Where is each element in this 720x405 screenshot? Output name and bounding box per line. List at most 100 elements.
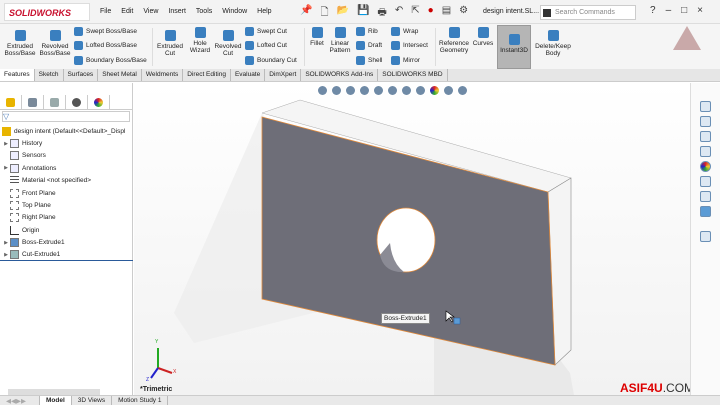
- apply-scene-icon[interactable]: [444, 86, 453, 95]
- shell-button[interactable]: Shell: [356, 56, 382, 65]
- edit-appearance-icon[interactable]: [430, 86, 439, 95]
- maximize-button[interactable]: □: [681, 5, 687, 16]
- wrap-button[interactable]: Wrap: [391, 27, 418, 36]
- file-explorer-icon[interactable]: [700, 131, 711, 142]
- options-gear-icon[interactable]: ⚙: [459, 5, 468, 22]
- select-icon[interactable]: ⇱: [411, 5, 419, 22]
- menu-file[interactable]: File: [100, 8, 111, 15]
- rib-button[interactable]: Rib: [356, 27, 378, 36]
- open-icon[interactable]: 📂: [337, 5, 349, 22]
- extruded-cut-button[interactable]: Extruded Cut: [155, 30, 185, 57]
- design-library-icon[interactable]: [700, 116, 711, 127]
- tree-item-material[interactable]: Material <not specified>: [0, 175, 133, 187]
- tab-nav-arrows[interactable]: ◀◀▶▶: [0, 396, 40, 405]
- revolved-cut-button[interactable]: Revolved Cut: [214, 30, 242, 57]
- dimxpert-manager-tab[interactable]: [66, 95, 88, 110]
- tab-model[interactable]: Model: [40, 396, 72, 405]
- view-palette-icon[interactable]: [700, 146, 711, 157]
- view-orientation-icon[interactable]: [388, 86, 397, 95]
- tab-solidworks-mbd[interactable]: SOLIDWORKS MBD: [378, 69, 448, 81]
- tree-item-right-plane[interactable]: Right Plane: [0, 212, 133, 224]
- appearances-icon[interactable]: [700, 161, 711, 172]
- close-button[interactable]: ×: [697, 5, 703, 16]
- tab-evaluate[interactable]: Evaluate: [231, 69, 266, 81]
- tab-motion-study-1[interactable]: Motion Study 1: [112, 396, 169, 405]
- instant3d-button[interactable]: Instant3D: [497, 25, 531, 69]
- tree-root[interactable]: design intent (Default<<Default>_Displ: [0, 125, 133, 137]
- view-settings-icon[interactable]: [458, 86, 467, 95]
- previous-view-icon[interactable]: [346, 86, 355, 95]
- save-icon[interactable]: 💾: [357, 5, 369, 22]
- fillet-button[interactable]: Fillet: [306, 27, 328, 47]
- help-icon[interactable]: ?: [650, 5, 656, 16]
- reference-geometry-button[interactable]: Reference Geometry: [437, 27, 471, 54]
- rebuild-icon[interactable]: ●: [428, 5, 434, 22]
- tab-3d-views[interactable]: 3D Views: [72, 396, 113, 405]
- cut-extrude-icon: [10, 250, 19, 260]
- print-icon[interactable]: 🖶: [377, 5, 386, 22]
- tab-sketch[interactable]: Sketch: [35, 69, 64, 81]
- new-document-icon[interactable]: 🗋: [320, 5, 328, 22]
- property-manager-tab[interactable]: [22, 95, 44, 110]
- tab-weldments[interactable]: Weldments: [142, 69, 184, 81]
- intersect-button[interactable]: Intersect: [391, 41, 428, 50]
- tab-direct-editing[interactable]: Direct Editing: [183, 69, 231, 81]
- solidworks-forum-icon[interactable]: [700, 191, 711, 202]
- menu-view[interactable]: View: [143, 8, 158, 15]
- tab-surfaces[interactable]: Surfaces: [64, 69, 99, 81]
- tree-item-top-plane[interactable]: Top Plane: [0, 199, 133, 211]
- tab-solidworks-add-ins[interactable]: SOLIDWORKS Add-Ins: [301, 69, 379, 81]
- extruded-boss-button[interactable]: Extruded Boss/Base: [3, 30, 37, 57]
- 3d-content-icon[interactable]: [700, 206, 711, 217]
- document-title: design intent.SL...: [483, 8, 540, 15]
- delete-keep-body-button[interactable]: Delete/Keep Body: [533, 30, 573, 57]
- section-view-icon[interactable]: [360, 86, 369, 95]
- lofted-cut-button[interactable]: Lofted Cut: [245, 41, 287, 50]
- graphics-area[interactable]: Y X Z: [134, 83, 690, 395]
- tree-item-sensors[interactable]: Sensors: [0, 150, 133, 162]
- feature-manager-tab[interactable]: [0, 95, 22, 110]
- tree-item-cut-extrude1[interactable]: ▶ Cut-Extrude1: [0, 249, 133, 262]
- display-style-icon[interactable]: [402, 86, 411, 95]
- swept-cut-button[interactable]: Swept Cut: [245, 27, 287, 36]
- tree-filter[interactable]: ▽: [2, 111, 130, 122]
- menu-tools[interactable]: Tools: [196, 8, 212, 15]
- hole-wizard-button[interactable]: Hole Wizard: [186, 27, 214, 54]
- toolbox-icon[interactable]: [700, 231, 711, 242]
- configuration-manager-tab[interactable]: [44, 95, 66, 110]
- tab-features[interactable]: Features: [0, 69, 35, 81]
- lofted-boss-button[interactable]: Lofted Boss/Base: [74, 41, 137, 50]
- file-properties-icon[interactable]: ▤: [442, 5, 451, 22]
- dynamic-annotation-icon[interactable]: [374, 86, 383, 95]
- zoom-to-fit-icon[interactable]: [318, 86, 327, 95]
- tree-item-front-plane[interactable]: Front Plane: [0, 187, 133, 199]
- search-commands-input[interactable]: Search Commands: [540, 5, 636, 20]
- boundary-boss-button[interactable]: Boundary Boss/Base: [74, 56, 147, 65]
- undo-icon[interactable]: ↶: [395, 5, 403, 22]
- tree-item-origin[interactable]: Origin: [0, 224, 133, 236]
- tab-dimxpert[interactable]: DimXpert: [265, 69, 302, 81]
- pin-icon[interactable]: 📌: [300, 5, 312, 22]
- task-pane: [690, 83, 720, 395]
- solidworks-resources-icon[interactable]: [700, 101, 711, 112]
- revolved-boss-button[interactable]: Revolved Boss/Base: [38, 30, 72, 57]
- tab-sheet-metal[interactable]: Sheet Metal: [98, 69, 142, 81]
- menu-insert[interactable]: Insert: [168, 8, 186, 15]
- mirror-button[interactable]: Mirror: [391, 56, 420, 65]
- draft-button[interactable]: Draft: [356, 41, 382, 50]
- menu-window[interactable]: Window: [222, 8, 247, 15]
- linear-pattern-button[interactable]: Linear Pattern: [328, 27, 352, 54]
- menu-edit[interactable]: Edit: [121, 8, 133, 15]
- tree-item-history[interactable]: ▶ History: [0, 137, 133, 149]
- curves-button[interactable]: Curves: [472, 27, 494, 47]
- menu-help[interactable]: Help: [257, 8, 271, 15]
- tree-item-annotations[interactable]: ▶ Annotations: [0, 162, 133, 174]
- zoom-to-area-icon[interactable]: [332, 86, 341, 95]
- custom-properties-icon[interactable]: [700, 176, 711, 187]
- swept-boss-button[interactable]: Swept Boss/Base: [74, 27, 137, 36]
- minimize-button[interactable]: –: [666, 5, 672, 16]
- hide-show-items-icon[interactable]: [416, 86, 425, 95]
- tree-item-boss-extrude1[interactable]: ▶ Boss-Extrude1: [0, 237, 133, 249]
- display-manager-tab[interactable]: [88, 95, 110, 110]
- boundary-cut-button[interactable]: Boundary Cut: [245, 56, 297, 65]
